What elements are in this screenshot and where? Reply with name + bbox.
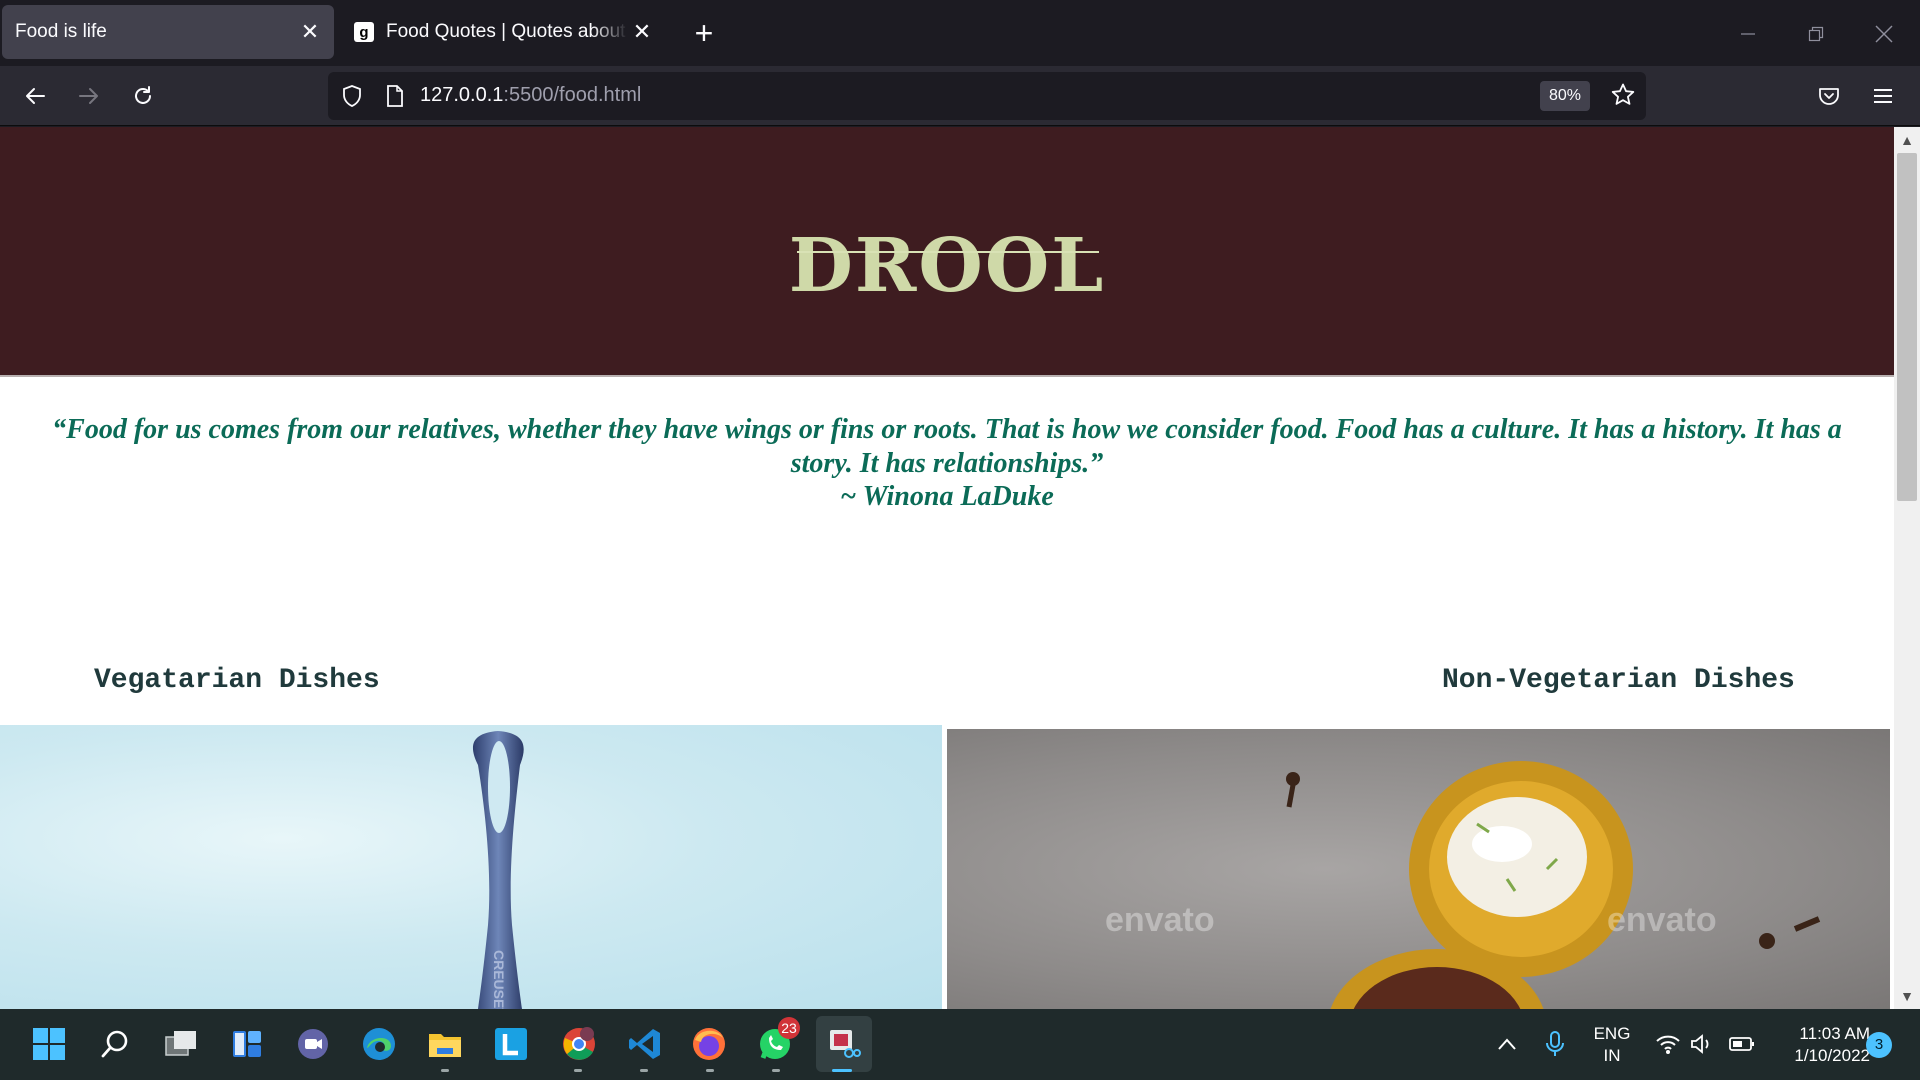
- restore-icon[interactable]: [1794, 12, 1838, 56]
- envato-watermark: envato: [1105, 901, 1215, 939]
- clock-time: 11:03 AM: [1799, 1024, 1870, 1043]
- running-indicator: [706, 1069, 714, 1072]
- show-hidden-icons-chevron-icon[interactable]: [1486, 1021, 1528, 1067]
- page-scrollbar[interactable]: ▲ ▼: [1894, 127, 1920, 1009]
- file-explorer-icon[interactable]: [422, 1021, 468, 1067]
- windows-taskbar: 23 ENG IN 11:03 AM 1/10/2022 3: [0, 1009, 1920, 1080]
- new-tab-button[interactable]: +: [688, 17, 720, 50]
- tab-strip: Food is life ✕ g Food Quotes | Quotes ab…: [0, 0, 1920, 66]
- close-tab-icon[interactable]: ✕: [296, 18, 324, 46]
- edge-browser-icon[interactable]: [356, 1021, 402, 1067]
- battery-icon[interactable]: [1720, 1021, 1764, 1067]
- hero-banner: DROOL: [0, 127, 1894, 377]
- vegetarian-heading: Vegatarian Dishes: [94, 665, 380, 696]
- running-indicator: [574, 1069, 582, 1072]
- minimize-icon[interactable]: [1726, 12, 1770, 56]
- firefox-icon[interactable]: [686, 1021, 732, 1067]
- non-vegetarian-heading: Non-Vegetarian Dishes: [1442, 665, 1795, 696]
- close-tab-icon[interactable]: ✕: [628, 18, 656, 46]
- forward-icon[interactable]: [68, 75, 110, 117]
- page-info-icon[interactable]: [384, 84, 406, 113]
- tracking-protection-shield-icon[interactable]: [340, 84, 364, 113]
- whatsapp-unread-badge: 23: [778, 1017, 800, 1039]
- logo-strike-line: [797, 251, 1099, 253]
- search-icon[interactable]: [92, 1021, 138, 1067]
- tab-food-is-life[interactable]: Food is life ✕: [2, 5, 334, 59]
- url-text[interactable]: 127.0.0.1:5500/food.html: [420, 84, 641, 107]
- quote-author: ~ Winona LaDuke: [840, 481, 1054, 512]
- navigation-toolbar: 127.0.0.1:5500/food.html 80%: [0, 66, 1920, 126]
- input-language-indicator[interactable]: ENG IN: [1588, 1023, 1636, 1067]
- running-indicator: [772, 1069, 780, 1072]
- non-vegetarian-dishes-image[interactable]: envato envato: [947, 729, 1890, 1009]
- running-indicator: [441, 1069, 449, 1072]
- volume-icon[interactable]: [1684, 1021, 1720, 1067]
- active-indicator: [832, 1069, 852, 1072]
- language-code: ENG: [1593, 1024, 1631, 1043]
- snipping-tool-icon[interactable]: [816, 1016, 872, 1072]
- url-host: 127.0.0.1: [420, 84, 504, 106]
- task-view-icon[interactable]: [158, 1021, 204, 1067]
- scrollbar-thumb[interactable]: [1897, 153, 1917, 501]
- teams-chat-icon[interactable]: [290, 1021, 336, 1067]
- vscode-icon[interactable]: [622, 1021, 668, 1067]
- close-window-icon[interactable]: [1862, 12, 1906, 56]
- back-icon[interactable]: [14, 75, 56, 117]
- envato-watermark: envato: [1607, 901, 1717, 939]
- food-quote: “Food for us comes from our relatives, w…: [52, 414, 1842, 479]
- reload-icon[interactable]: [122, 75, 164, 117]
- chrome-browser-icon[interactable]: [556, 1021, 602, 1067]
- launcher-l-icon[interactable]: [488, 1021, 534, 1067]
- app-menu-icon[interactable]: [1862, 75, 1904, 117]
- whatsapp-icon[interactable]: 23: [752, 1017, 800, 1067]
- scroll-down-icon[interactable]: ▼: [1894, 985, 1920, 1007]
- scroll-up-icon[interactable]: ▲: [1894, 129, 1920, 151]
- running-indicator: [640, 1069, 648, 1072]
- clock[interactable]: 11:03 AM 1/10/2022: [1770, 1023, 1870, 1067]
- zoom-indicator[interactable]: 80%: [1540, 81, 1591, 111]
- url-path: :5500/food.html: [503, 84, 642, 106]
- goodreads-favicon-icon: g: [354, 22, 374, 42]
- start-windows-icon[interactable]: [26, 1021, 72, 1067]
- region-code: IN: [1603, 1046, 1621, 1065]
- svg-text:CREUSET: CREUSET: [491, 950, 507, 1009]
- wifi-icon[interactable]: [1648, 1021, 1688, 1067]
- microphone-icon[interactable]: [1534, 1021, 1576, 1067]
- page-viewport: DROOL “Food for us comes from our relati…: [0, 127, 1894, 1009]
- tab-title: Food is life: [15, 21, 107, 42]
- clock-date: 1/10/2022: [1794, 1046, 1870, 1065]
- notification-count-badge[interactable]: 3: [1866, 1032, 1892, 1058]
- vegetarian-dishes-image[interactable]: CREUSET: [0, 725, 942, 1009]
- site-logo: DROOL: [788, 223, 1106, 309]
- tab-food-quotes[interactable]: g Food Quotes | Quotes about Food ✕: [346, 5, 666, 59]
- bookmark-star-icon[interactable]: [1610, 82, 1636, 113]
- address-bar[interactable]: 127.0.0.1:5500/food.html 80%: [328, 72, 1646, 120]
- tab-title: Food Quotes | Quotes about Food: [386, 21, 628, 42]
- widgets-icon[interactable]: [224, 1021, 270, 1067]
- pocket-icon[interactable]: [1808, 75, 1850, 117]
